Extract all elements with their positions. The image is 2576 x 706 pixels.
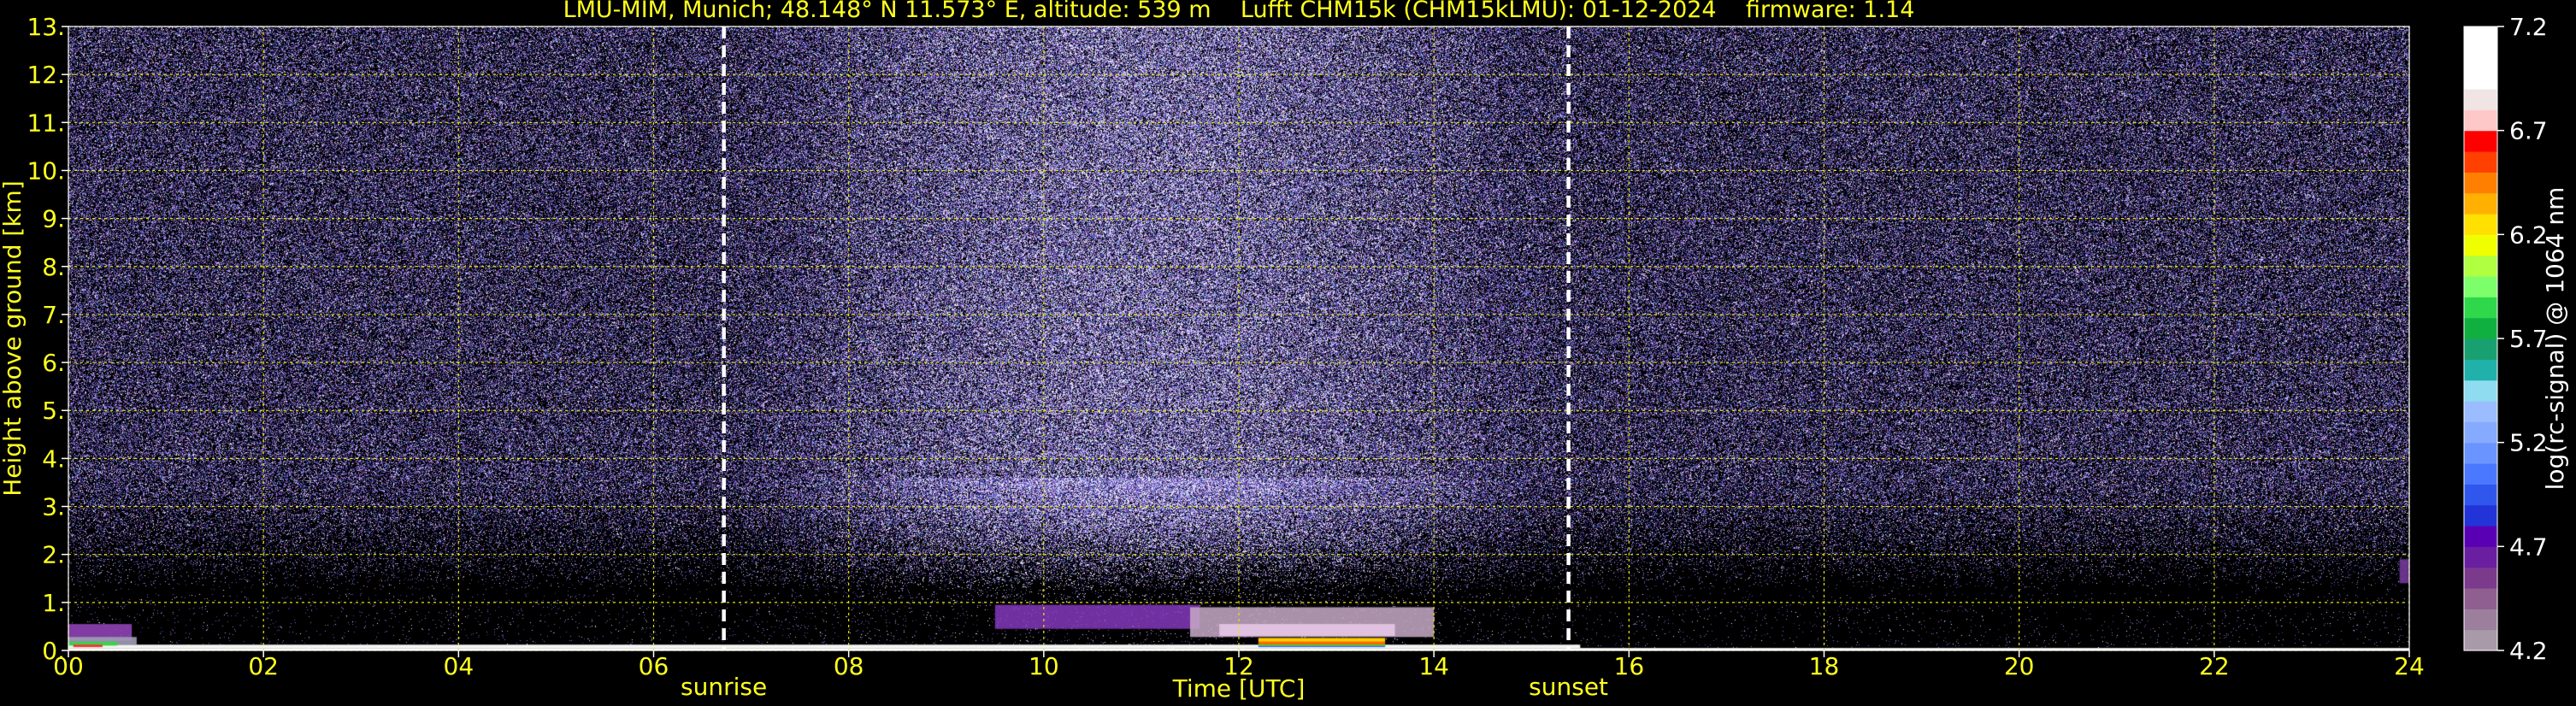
colorbar-segment: [2464, 401, 2497, 422]
chart-overlay: sunrise sunset 00 02 04 06 08 10 12 14 16 18 20 22 24…: [0, 13, 2569, 703]
ceilometer-figure: LMU-MIM, Munich; 48.148° N 11.573° E, al…: [0, 0, 2576, 706]
colorbar-tick-label: 4.2: [2509, 637, 2548, 665]
y-tick-label: 9.: [42, 205, 65, 233]
x-axis-label: Time [UTC]: [1172, 674, 1306, 703]
colorbar-segment: [2464, 588, 2497, 609]
colorbar-segment: [2464, 526, 2497, 547]
x-tick-label: 18: [1809, 652, 1840, 680]
colorbar-segment: [2464, 47, 2497, 69]
y-tick-label: 11.: [27, 109, 65, 137]
y-tick-label: 5.: [42, 397, 65, 425]
colorbar-ticks: 4.24.75.25.76.26.77.2: [2497, 13, 2548, 665]
colorbar-segment: [2464, 172, 2497, 194]
colorbar-segment: [2464, 255, 2497, 277]
colorbar-segment: [2464, 276, 2497, 297]
colorbar-segment: [2464, 297, 2497, 319]
colorbar-segment: [2464, 192, 2497, 215]
colorbar: [2463, 26, 2498, 651]
colorbar-segment: [2464, 629, 2497, 651]
y-tick-label: 1.: [42, 589, 65, 617]
x-tick-label: 08: [834, 652, 864, 680]
y-tick-label: 2.: [42, 541, 65, 569]
y-tick-label: 3.: [42, 493, 65, 521]
colorbar-segment: [2464, 89, 2497, 110]
y-tick-label: 6.: [42, 349, 65, 377]
colorbar-segment: [2464, 463, 2497, 485]
colorbar-segment: [2464, 504, 2497, 527]
colorbar-segment: [2464, 109, 2497, 132]
colorbar-segment: [2464, 151, 2497, 173]
colorbar-tick-label: 7.2: [2509, 13, 2548, 41]
x-tick-label: 04: [444, 652, 475, 680]
colorbar-segment: [2464, 567, 2497, 589]
x-tick-label: 16: [1614, 652, 1645, 680]
x-tick-label: 22: [2199, 652, 2230, 680]
colorbar-segment: [2464, 609, 2497, 631]
x-tick-label: 06: [639, 652, 669, 680]
x-tick-label: 20: [2004, 652, 2035, 680]
colorbar-segment: [2464, 214, 2497, 235]
x-tick-label: 02: [248, 652, 279, 680]
x-tick-label: 24: [2394, 652, 2425, 680]
colorbar-segment: [2464, 26, 2497, 48]
colorbar-segment: [2464, 359, 2497, 381]
y-tick-label: 4.: [42, 444, 65, 473]
colorbar-segment: [2464, 234, 2497, 256]
marker-label-sunrise: sunrise: [681, 673, 767, 701]
y-axis-label: Height above ground [km]: [0, 180, 27, 497]
colorbar-segment: [2464, 421, 2497, 444]
y-tick-label: 8.: [42, 253, 65, 281]
colorbar-segment: [2464, 68, 2497, 90]
colorbar-segment: [2464, 338, 2497, 360]
colorbar-segment: [2464, 546, 2497, 568]
colorbar-segment: [2464, 442, 2497, 464]
colorbar-tick-label: 6.7: [2509, 117, 2548, 145]
colorbar-segment: [2464, 484, 2497, 506]
y-tick-label: 0.: [42, 637, 65, 665]
colorbar-segment: [2464, 317, 2497, 339]
colorbar-tick-label: 4.7: [2509, 532, 2548, 561]
colorbar-label: log(rc-signal) @ 1064 nm: [2541, 187, 2569, 491]
y-axis-ticks: 0. 1. 2. 3. 4. 5. 6. 7. 8. 9. 10. 11. 12. 13.: [27, 13, 68, 665]
y-tick-label: 10.: [27, 156, 65, 185]
y-tick-label: 13.: [27, 13, 65, 41]
grid-lines: [68, 26, 2410, 651]
y-tick-label: 12.: [27, 61, 65, 89]
sun-markers: sunrise sunset: [681, 26, 1608, 701]
x-tick-label: 14: [1418, 652, 1449, 680]
x-tick-label: 10: [1029, 652, 1059, 680]
colorbar-segment: [2464, 130, 2497, 152]
colorbar-segment: [2464, 379, 2497, 402]
marker-label-sunset: sunset: [1529, 673, 1608, 701]
y-tick-label: 7.: [42, 301, 65, 329]
